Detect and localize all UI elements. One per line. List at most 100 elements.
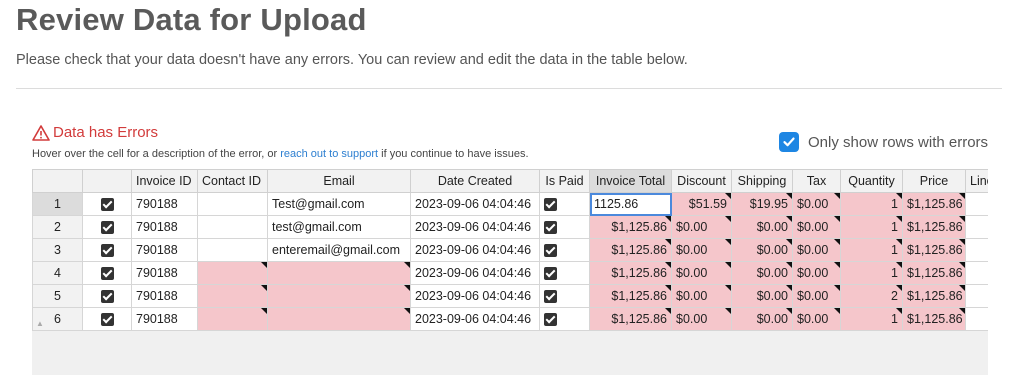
only-errors-toggle[interactable]: Only show rows with errors [779, 132, 988, 152]
checkbox-checked-icon[interactable] [779, 132, 799, 152]
cell-line[interactable] [965, 238, 988, 262]
checkbox-checked-icon[interactable] [544, 198, 557, 212]
checkbox-checked-icon[interactable] [544, 267, 557, 281]
cell-line[interactable] [965, 215, 988, 239]
cell-contact-id[interactable] [197, 284, 268, 308]
cell-price[interactable]: $1,125.86 [902, 284, 966, 308]
cell-discount[interactable]: $0.00 [671, 284, 732, 308]
row-select-cell[interactable] [82, 215, 132, 239]
resize-handle-icon[interactable]: ▲ [36, 319, 44, 328]
header-shipping[interactable]: Shipping [731, 169, 793, 193]
header-discount[interactable]: Discount [671, 169, 732, 193]
cell-quantity[interactable]: 1 [840, 192, 903, 216]
cell-date-created[interactable]: 2023-09-06 04:04:46 [410, 284, 540, 308]
cell-quantity[interactable]: 1 [840, 261, 903, 285]
cell-shipping[interactable]: $0.00 [731, 307, 793, 331]
cell-is-paid[interactable] [539, 238, 590, 262]
checkbox-checked-icon[interactable] [544, 221, 557, 235]
header-line[interactable]: Line [965, 169, 988, 193]
cell-invoice-total[interactable]: $1,125.86 [589, 238, 672, 262]
header-quantity[interactable]: Quantity [840, 169, 903, 193]
checkbox-checked-icon[interactable] [100, 290, 114, 304]
cell-quantity[interactable]: 1 [840, 215, 903, 239]
cell-invoice-total[interactable]: $1,125.86 [589, 307, 672, 331]
checkbox-checked-icon[interactable] [544, 290, 557, 304]
checkbox-checked-icon[interactable] [544, 313, 557, 327]
cell-email[interactable]: test@gmail.com [267, 215, 411, 239]
row-number[interactable]: 1 [32, 192, 83, 216]
cell-invoice-total[interactable]: $1,125.86 [589, 284, 672, 308]
cell-contact-id[interactable] [197, 261, 268, 285]
cell-shipping[interactable]: $0.00 [731, 215, 793, 239]
cell-invoice-total[interactable]: $1,125.86 [589, 215, 672, 239]
cell-line[interactable] [965, 192, 988, 216]
cell-date-created[interactable]: 2023-09-06 04:04:46 [410, 215, 540, 239]
cell-email[interactable] [267, 284, 411, 308]
cell-quantity[interactable]: 2 [840, 284, 903, 308]
cell-tax[interactable]: $0.00 [792, 284, 841, 308]
cell-contact-id[interactable] [197, 192, 268, 216]
row-select-cell[interactable] [82, 307, 132, 331]
header-email[interactable]: Email [267, 169, 411, 193]
header-is-paid[interactable]: Is Paid [539, 169, 590, 193]
cell-is-paid[interactable] [539, 192, 590, 216]
cell-contact-id[interactable] [197, 215, 268, 239]
cell-invoice-id[interactable]: 790188 [131, 284, 198, 308]
cell-shipping[interactable]: $0.00 [731, 284, 793, 308]
checkbox-checked-icon[interactable] [100, 313, 114, 327]
cell-email[interactable] [267, 261, 411, 285]
cell-quantity[interactable]: 1 [840, 307, 903, 331]
header-select[interactable] [82, 169, 132, 193]
checkbox-checked-icon[interactable] [100, 198, 114, 212]
cell-email[interactable] [267, 307, 411, 331]
cell-date-created[interactable]: 2023-09-06 04:04:46 [410, 307, 540, 331]
row-number[interactable]: ▲ 6 [32, 307, 83, 331]
cell-discount[interactable]: $0.00 [671, 215, 732, 239]
cell-line[interactable] [965, 284, 988, 308]
cell-invoice-total-editor[interactable]: 1125.86 [589, 192, 672, 216]
row-number[interactable]: 5 [32, 284, 83, 308]
cell-is-paid[interactable] [539, 261, 590, 285]
cell-discount[interactable]: $51.59 [671, 192, 732, 216]
cell-price[interactable]: $1,125.86 [902, 192, 966, 216]
cell-price[interactable]: $1,125.86 [902, 261, 966, 285]
cell-price[interactable]: $1,125.86 [902, 307, 966, 331]
row-select-cell[interactable] [82, 238, 132, 262]
cell-invoice-id[interactable]: 790188 [131, 307, 198, 331]
cell-price[interactable]: $1,125.86 [902, 215, 966, 239]
row-select-cell[interactable] [82, 284, 132, 308]
cell-shipping[interactable]: $0.00 [731, 238, 793, 262]
cell-discount[interactable]: $0.00 [671, 238, 732, 262]
header-invoice-id[interactable]: Invoice ID [131, 169, 198, 193]
checkbox-checked-icon[interactable] [100, 221, 114, 235]
cell-discount[interactable]: $0.00 [671, 307, 732, 331]
cell-date-created[interactable]: 2023-09-06 04:04:46 [410, 238, 540, 262]
cell-tax[interactable]: $0.00 [792, 307, 841, 331]
row-number[interactable]: 4 [32, 261, 83, 285]
row-number[interactable]: 2 [32, 215, 83, 239]
cell-line[interactable] [965, 307, 988, 331]
checkbox-checked-icon[interactable] [544, 244, 557, 258]
cell-date-created[interactable]: 2023-09-06 04:04:46 [410, 192, 540, 216]
cell-invoice-total[interactable]: $1,125.86 [589, 261, 672, 285]
cell-invoice-id[interactable]: 790188 [131, 261, 198, 285]
cell-tax[interactable]: $0.00 [792, 238, 841, 262]
cell-tax[interactable]: $0.00 [792, 215, 841, 239]
row-select-cell[interactable] [82, 261, 132, 285]
cell-discount[interactable]: $0.00 [671, 261, 732, 285]
cell-line[interactable] [965, 261, 988, 285]
cell-date-created[interactable]: 2023-09-06 04:04:46 [410, 261, 540, 285]
cell-is-paid[interactable] [539, 284, 590, 308]
checkbox-checked-icon[interactable] [100, 267, 114, 281]
cell-tax[interactable]: $0.00 [792, 261, 841, 285]
cell-email[interactable]: enteremail@gmail.com [267, 238, 411, 262]
support-link[interactable]: reach out to support [280, 148, 378, 160]
cell-invoice-id[interactable]: 790188 [131, 192, 198, 216]
cell-quantity[interactable]: 1 [840, 238, 903, 262]
cell-shipping[interactable]: $19.95 [731, 192, 793, 216]
data-grid[interactable]: Invoice ID Contact ID Email Date Created… [32, 169, 988, 375]
header-tax[interactable]: Tax [792, 169, 841, 193]
header-invoice-total[interactable]: Invoice Total [589, 169, 672, 193]
header-date-created[interactable]: Date Created [410, 169, 540, 193]
cell-price[interactable]: $1,125.86 [902, 238, 966, 262]
